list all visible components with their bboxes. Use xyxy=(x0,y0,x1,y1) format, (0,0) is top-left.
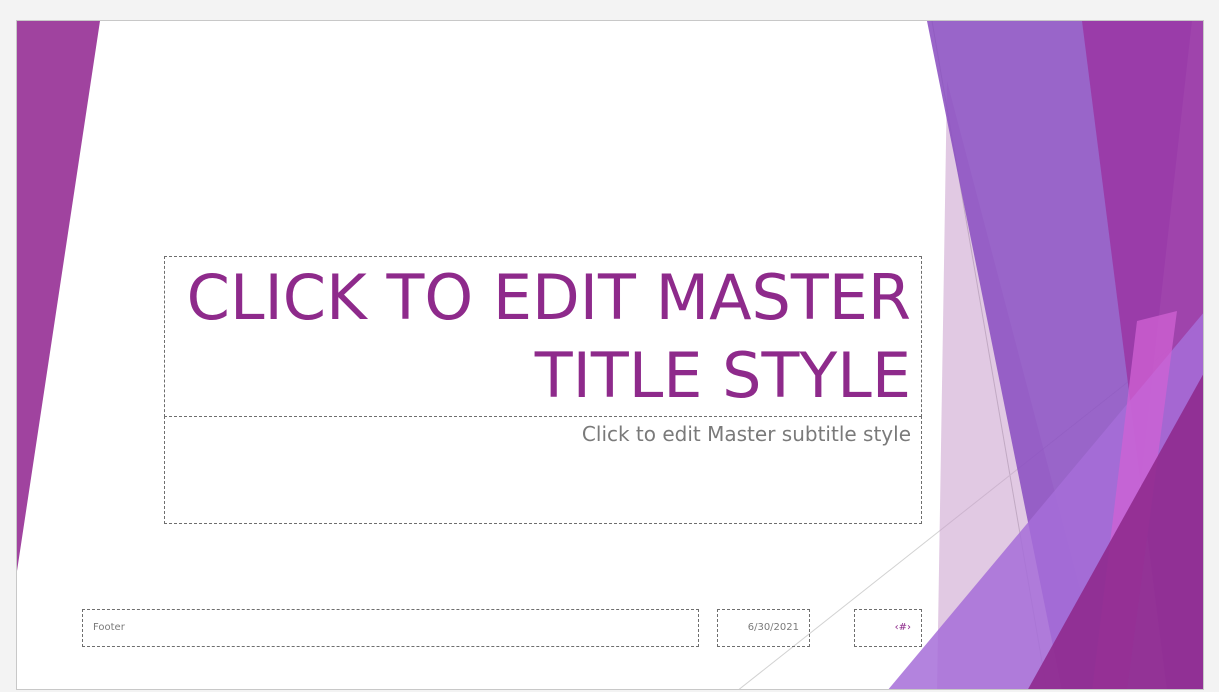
left-wedge-shape xyxy=(17,21,100,571)
footer-placeholder[interactable]: Footer xyxy=(82,609,699,647)
date-text[interactable]: 6/30/2021 xyxy=(748,622,799,633)
slide-number-placeholder[interactable]: ‹#› xyxy=(854,609,922,647)
slide-canvas[interactable]: Click to edit Master title style Click t… xyxy=(16,20,1204,690)
master-subtitle-text[interactable]: Click to edit Master subtitle style xyxy=(582,422,911,446)
date-placeholder[interactable]: 6/30/2021 xyxy=(717,609,810,647)
master-title-text[interactable]: Click to edit Master title style xyxy=(171,259,911,415)
slide-number-text[interactable]: ‹#› xyxy=(895,622,911,633)
title-placeholder[interactable]: Click to edit Master title style xyxy=(164,256,922,417)
subtitle-placeholder[interactable]: Click to edit Master subtitle style xyxy=(164,416,922,524)
footer-text[interactable]: Footer xyxy=(93,622,125,633)
